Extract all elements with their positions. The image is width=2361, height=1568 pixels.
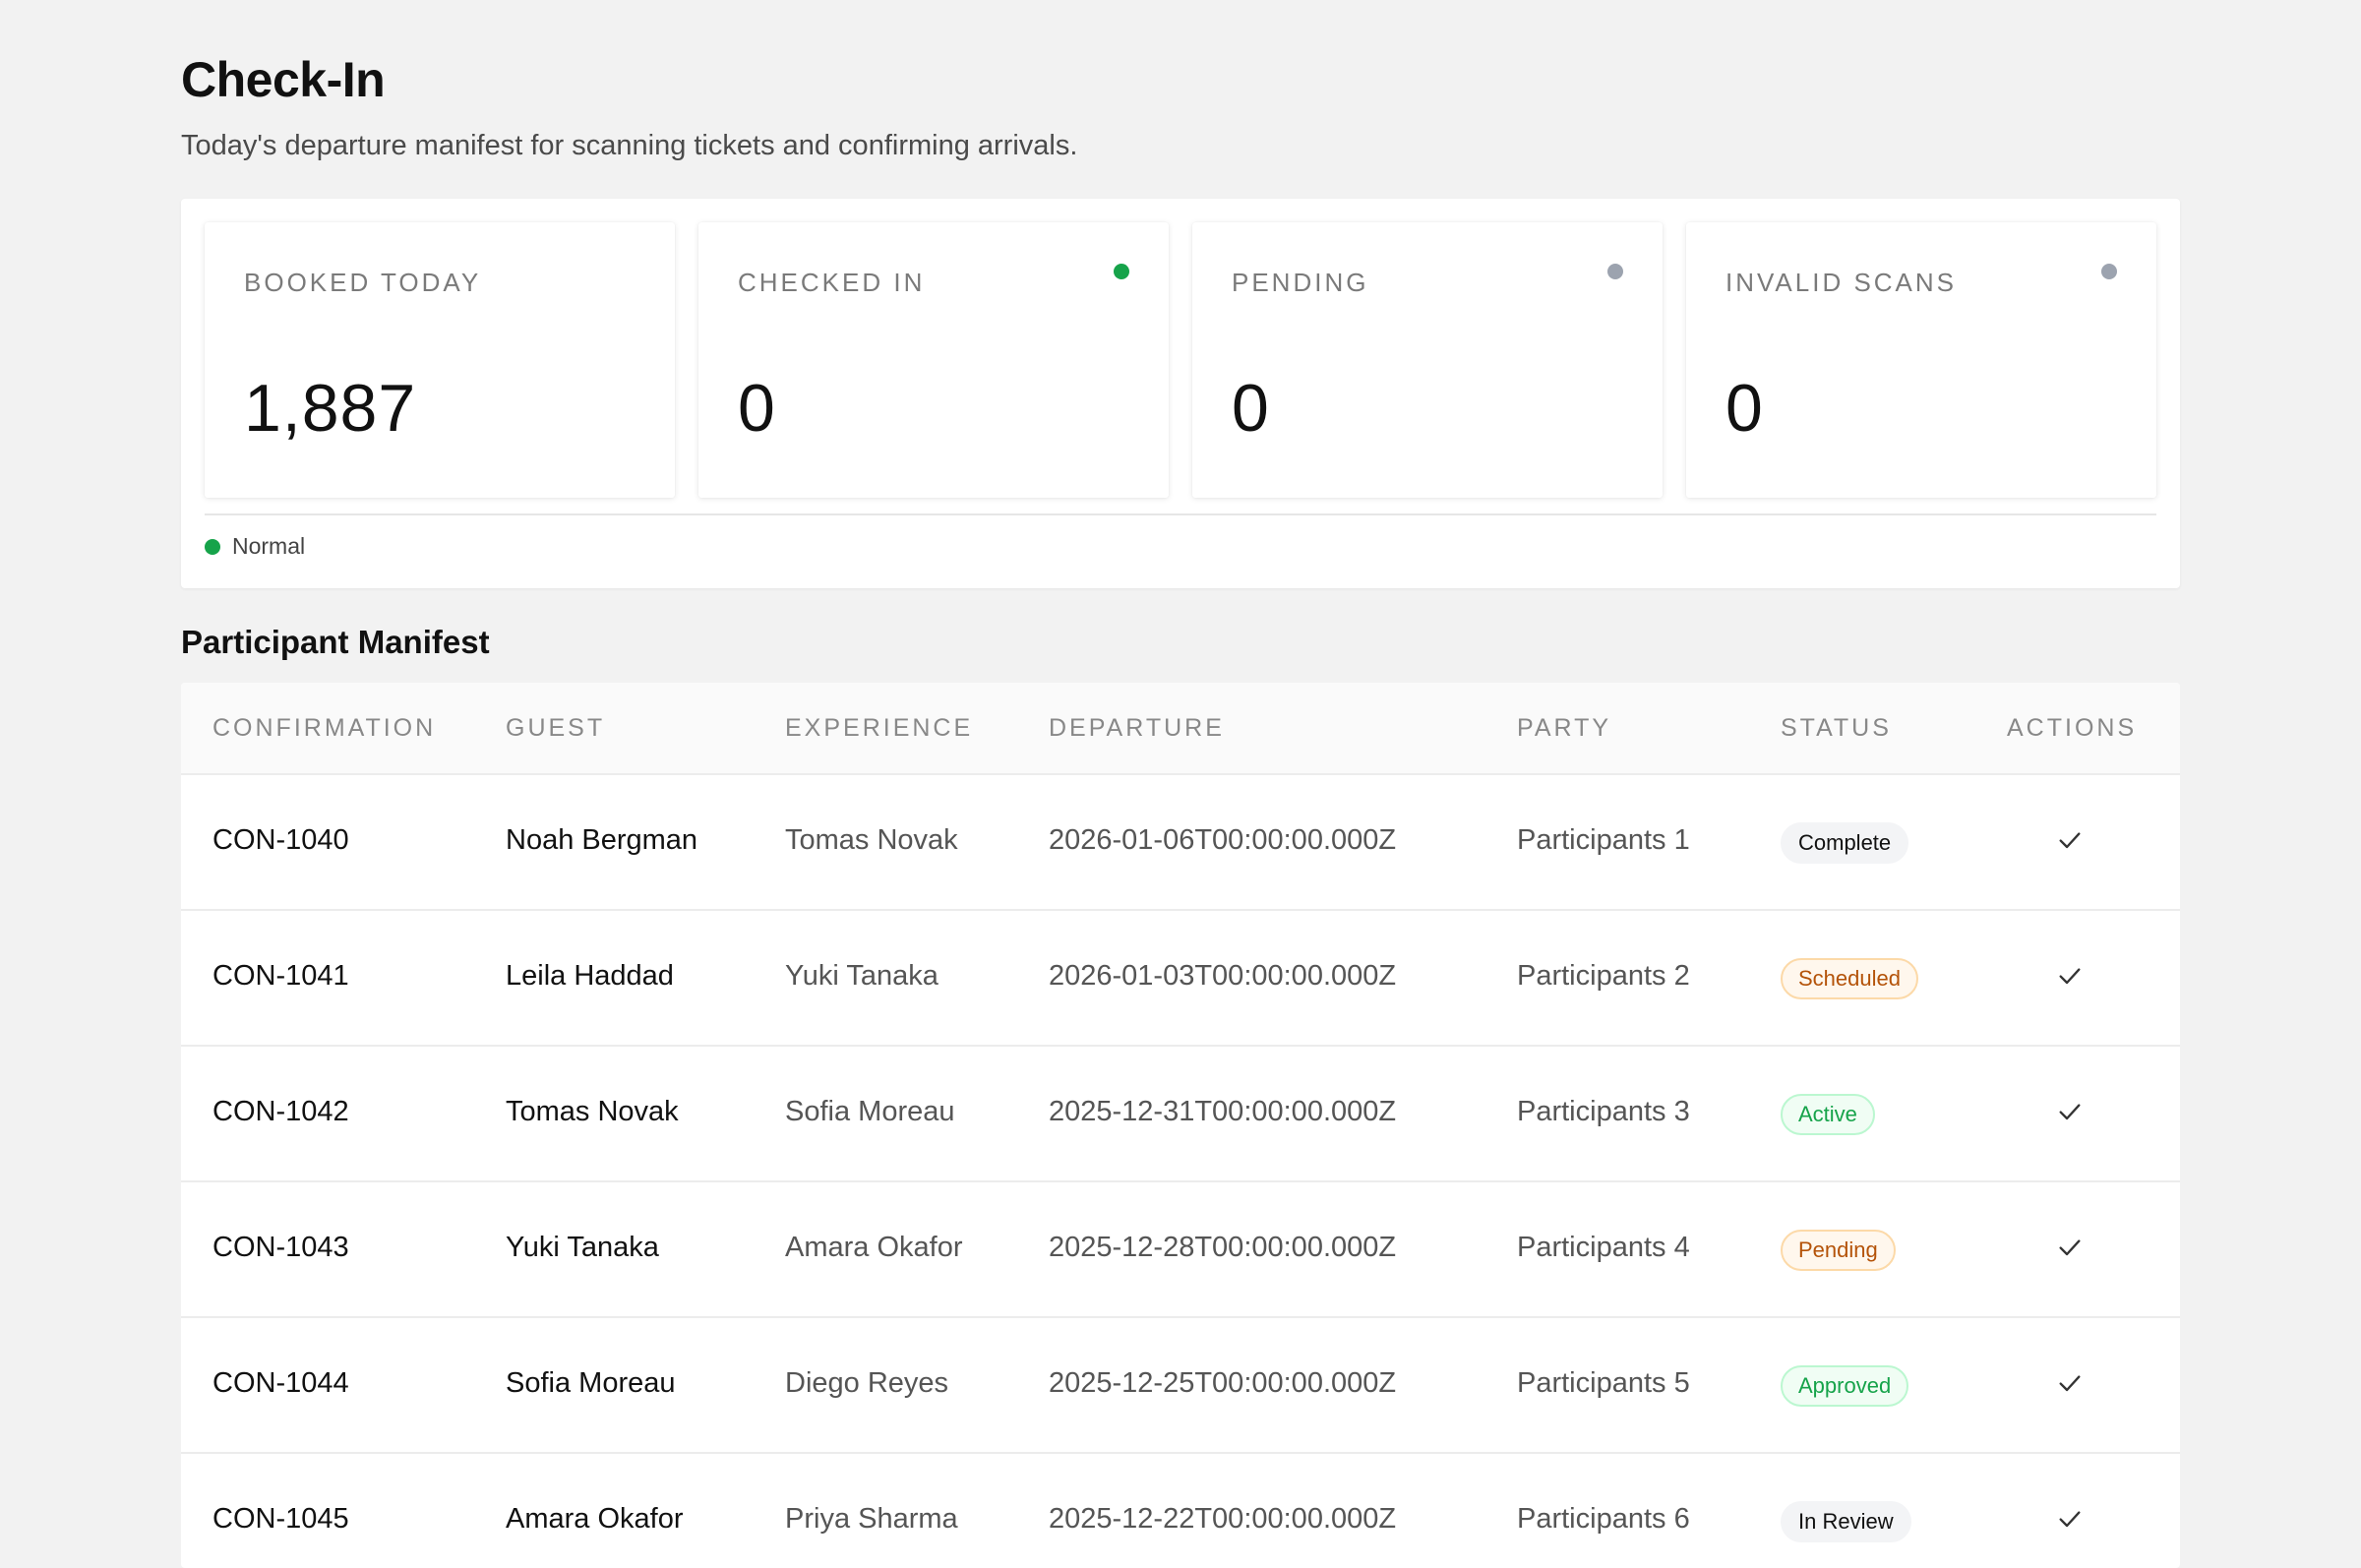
check-in-button[interactable] bbox=[2056, 1369, 2084, 1397]
checkmark-icon bbox=[2059, 1239, 2081, 1256]
checkmark-icon bbox=[2059, 1375, 2081, 1392]
cell-party: Participants 4 bbox=[1517, 1232, 1690, 1263]
status-badge: In Review bbox=[1781, 1501, 1911, 1542]
check-in-button[interactable] bbox=[2056, 1098, 2084, 1125]
cell-departure: 2025-12-31T00:00:00.000Z bbox=[1049, 1096, 1397, 1127]
table-row[interactable]: CON-1040 Noah Bergman Tomas Novak 2026-01-0… bbox=[181, 773, 2180, 909]
status-dot-icon bbox=[1607, 264, 1623, 279]
page-title: Check-In bbox=[181, 52, 386, 107]
cell-confirmation: CON-1042 bbox=[212, 1096, 349, 1127]
health-dot-icon bbox=[205, 538, 220, 555]
cell-departure: 2025-12-25T00:00:00.000Z bbox=[1049, 1367, 1397, 1399]
cell-guest: Noah Bergman bbox=[506, 824, 698, 856]
status-badge: Active bbox=[1781, 1094, 1875, 1135]
cell-experience: Diego Reyes bbox=[785, 1367, 949, 1399]
cell-departure: 2025-12-28T00:00:00.000Z bbox=[1049, 1232, 1397, 1263]
check-in-button[interactable] bbox=[2056, 826, 2084, 854]
column-header-experience: EXPERIENCE bbox=[785, 714, 974, 742]
stat-label: BOOKED TODAY bbox=[244, 268, 482, 297]
checkmark-icon bbox=[2059, 1104, 2081, 1120]
table-row[interactable]: CON-1045 Amara Okafor Priya Sharma 2025-12-… bbox=[181, 1452, 2180, 1568]
column-header-status: STATUS bbox=[1781, 714, 1892, 742]
cell-party: Participants 3 bbox=[1517, 1096, 1690, 1127]
table-row[interactable]: CON-1041 Leila Haddad Yuki Tanaka 2026-01-0… bbox=[181, 909, 2180, 1045]
cell-confirmation: CON-1045 bbox=[212, 1503, 349, 1535]
manifest-table: CONFIRMATION GUEST EXPERIENCE DEPARTURE … bbox=[181, 683, 2180, 1568]
checkmark-icon bbox=[2059, 1511, 2081, 1528]
stats-divider bbox=[205, 513, 2156, 515]
stat-label: INVALID SCANS bbox=[1725, 268, 1958, 297]
status-badge: Pending bbox=[1781, 1230, 1896, 1271]
cell-experience: Sofia Moreau bbox=[785, 1096, 955, 1127]
cell-confirmation: CON-1044 bbox=[212, 1367, 349, 1399]
stat-label: PENDING bbox=[1232, 268, 1369, 297]
table-row[interactable]: CON-1042 Tomas Novak Sofia Moreau 2025-12-3… bbox=[181, 1045, 2180, 1180]
stat-label: CHECKED IN bbox=[738, 268, 926, 297]
cell-guest: Amara Okafor bbox=[506, 1503, 684, 1535]
column-header-departure: DEPARTURE bbox=[1049, 714, 1225, 742]
table-row[interactable]: CON-1043 Yuki Tanaka Amara Okafor 2025-12-2… bbox=[181, 1180, 2180, 1316]
cell-experience: Amara Okafor bbox=[785, 1232, 963, 1263]
status-dot-icon bbox=[2101, 264, 2117, 279]
stat-value: 0 bbox=[1725, 371, 1764, 446]
stat-card-booked-today: BOOKED TODAY 1,887 bbox=[205, 222, 675, 498]
cell-party: Participants 1 bbox=[1517, 824, 1690, 856]
stat-card-invalid-scans: INVALID SCANS 0 bbox=[1686, 222, 2156, 498]
column-header-actions: ACTIONS bbox=[2007, 714, 2138, 742]
health-label: Normal bbox=[232, 533, 306, 559]
check-in-button[interactable] bbox=[2056, 1234, 2084, 1261]
page-subtitle: Today's departure manifest for scanning … bbox=[181, 130, 1078, 161]
status-badge: Scheduled bbox=[1781, 958, 1918, 999]
cell-experience: Yuki Tanaka bbox=[785, 960, 938, 992]
health-indicator: Normal bbox=[205, 533, 305, 560]
cell-guest: Yuki Tanaka bbox=[506, 1232, 659, 1263]
table-header: CONFIRMATION GUEST EXPERIENCE DEPARTURE … bbox=[181, 683, 2180, 773]
table-row[interactable]: CON-1044 Sofia Moreau Diego Reyes 2025-12-2… bbox=[181, 1316, 2180, 1452]
check-in-button[interactable] bbox=[2056, 1505, 2084, 1533]
stat-card-pending: PENDING 0 bbox=[1192, 222, 1663, 498]
cell-guest: Sofia Moreau bbox=[506, 1367, 676, 1399]
cell-confirmation: CON-1043 bbox=[212, 1232, 349, 1263]
cell-guest: Tomas Novak bbox=[506, 1096, 679, 1127]
checkmark-icon bbox=[2059, 832, 2081, 849]
checkmark-icon bbox=[2059, 968, 2081, 985]
stat-value: 1,887 bbox=[244, 371, 417, 446]
cell-experience: Priya Sharma bbox=[785, 1503, 958, 1535]
manifest-title: Participant Manifest bbox=[181, 624, 490, 660]
cell-confirmation: CON-1040 bbox=[212, 824, 349, 856]
stat-card-checked-in: CHECKED IN 0 bbox=[698, 222, 1169, 498]
cell-party: Participants 2 bbox=[1517, 960, 1690, 992]
cell-party: Participants 5 bbox=[1517, 1367, 1690, 1399]
cell-guest: Leila Haddad bbox=[506, 960, 674, 992]
cell-departure: 2025-12-22T00:00:00.000Z bbox=[1049, 1503, 1397, 1535]
column-header-confirmation: CONFIRMATION bbox=[212, 714, 437, 742]
column-header-party: PARTY bbox=[1517, 714, 1612, 742]
cell-experience: Tomas Novak bbox=[785, 824, 958, 856]
cell-departure: 2026-01-06T00:00:00.000Z bbox=[1049, 824, 1397, 856]
status-badge: Approved bbox=[1781, 1365, 1909, 1407]
stat-value: 0 bbox=[1232, 371, 1270, 446]
status-dot-icon bbox=[1114, 264, 1129, 279]
column-header-guest: GUEST bbox=[506, 714, 606, 742]
cell-party: Participants 6 bbox=[1517, 1503, 1690, 1535]
stat-value: 0 bbox=[738, 371, 776, 446]
status-badge: Complete bbox=[1781, 822, 1909, 864]
cell-departure: 2026-01-03T00:00:00.000Z bbox=[1049, 960, 1397, 992]
cell-confirmation: CON-1041 bbox=[212, 960, 349, 992]
check-in-button[interactable] bbox=[2056, 962, 2084, 990]
stats-panel: BOOKED TODAY 1,887 CHECKED IN 0 PENDING … bbox=[181, 199, 2180, 588]
